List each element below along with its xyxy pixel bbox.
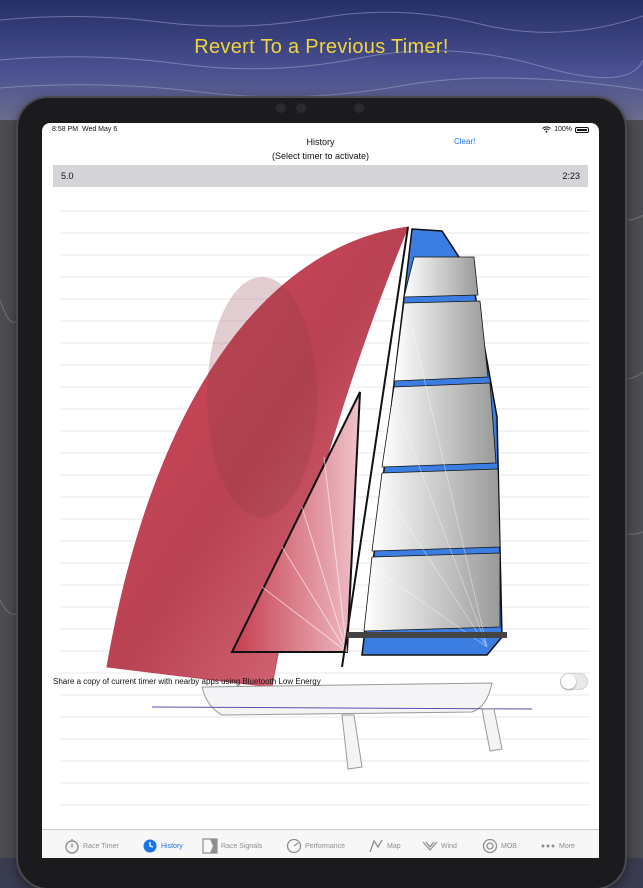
wind-icon xyxy=(422,841,438,851)
camera-lens xyxy=(296,103,306,113)
tab-map[interactable]: Map xyxy=(368,838,401,854)
tab-label: MOB xyxy=(501,842,517,850)
history-row-duration: 2:23 xyxy=(562,171,580,181)
tab-more[interactable]: More xyxy=(540,838,575,854)
share-ble-label: Share a copy of current timer with nearb… xyxy=(53,677,321,686)
tab-wind[interactable]: Wind xyxy=(422,838,457,854)
hull xyxy=(201,682,493,716)
share-ble-toggle[interactable] xyxy=(560,673,588,690)
tab-label: History xyxy=(161,842,183,850)
lifebuoy-icon xyxy=(482,838,498,854)
sensor-dot xyxy=(276,103,286,113)
map-icon xyxy=(369,839,383,853)
clear-history-button[interactable]: Clear! xyxy=(454,137,475,146)
status-date: Wed May 6 xyxy=(81,126,118,133)
tab-label: More xyxy=(559,842,575,850)
tab-label: Race Timer xyxy=(83,842,119,850)
wifi-icon xyxy=(542,126,551,133)
rudder xyxy=(481,708,503,752)
tab-race-signals[interactable]: Race Signals xyxy=(202,838,262,854)
tab-label: Performance xyxy=(305,842,346,850)
history-row-value: 5.0 xyxy=(61,171,74,181)
sensor-dot xyxy=(354,103,364,113)
status-time: 8:58 PM Wed May 6 xyxy=(52,126,117,133)
more-icon xyxy=(541,844,555,848)
promo-headline: Revert To a Previous Timer! xyxy=(194,36,449,58)
tab-label: Map xyxy=(387,842,401,850)
page-title: History xyxy=(306,137,335,147)
stopwatch-icon xyxy=(65,839,79,854)
tab-label: Wind xyxy=(441,842,457,850)
flag-icon xyxy=(202,838,218,854)
tab-performance[interactable]: Performance xyxy=(286,838,345,854)
tab-bar: Race Timer History Race Signals Performa… xyxy=(42,829,599,858)
status-indicators: 100% xyxy=(542,126,589,133)
page-subtitle: (Select timer to activate) xyxy=(271,151,370,161)
sailboat-illustration xyxy=(106,226,533,770)
centreboard xyxy=(341,714,363,770)
battery-percent: 100% xyxy=(554,126,572,133)
clock-icon xyxy=(143,839,157,853)
tab-mob[interactable]: MOB xyxy=(482,838,517,854)
tab-label: Race Signals xyxy=(221,842,263,850)
battery-icon xyxy=(575,126,589,133)
status-clock: 8:58 PM xyxy=(52,126,79,133)
status-bar: 8:58 PM Wed May 6 100% xyxy=(42,123,599,137)
tab-race-timer[interactable]: Race Timer xyxy=(64,838,119,854)
tab-history[interactable]: History xyxy=(142,838,183,854)
toggle-knob xyxy=(561,674,576,689)
history-row[interactable]: 5.0 2:23 xyxy=(53,165,588,187)
app-screen: 8:58 PM Wed May 6 100% History (Select t… xyxy=(42,123,599,858)
gauge-icon xyxy=(286,838,302,854)
